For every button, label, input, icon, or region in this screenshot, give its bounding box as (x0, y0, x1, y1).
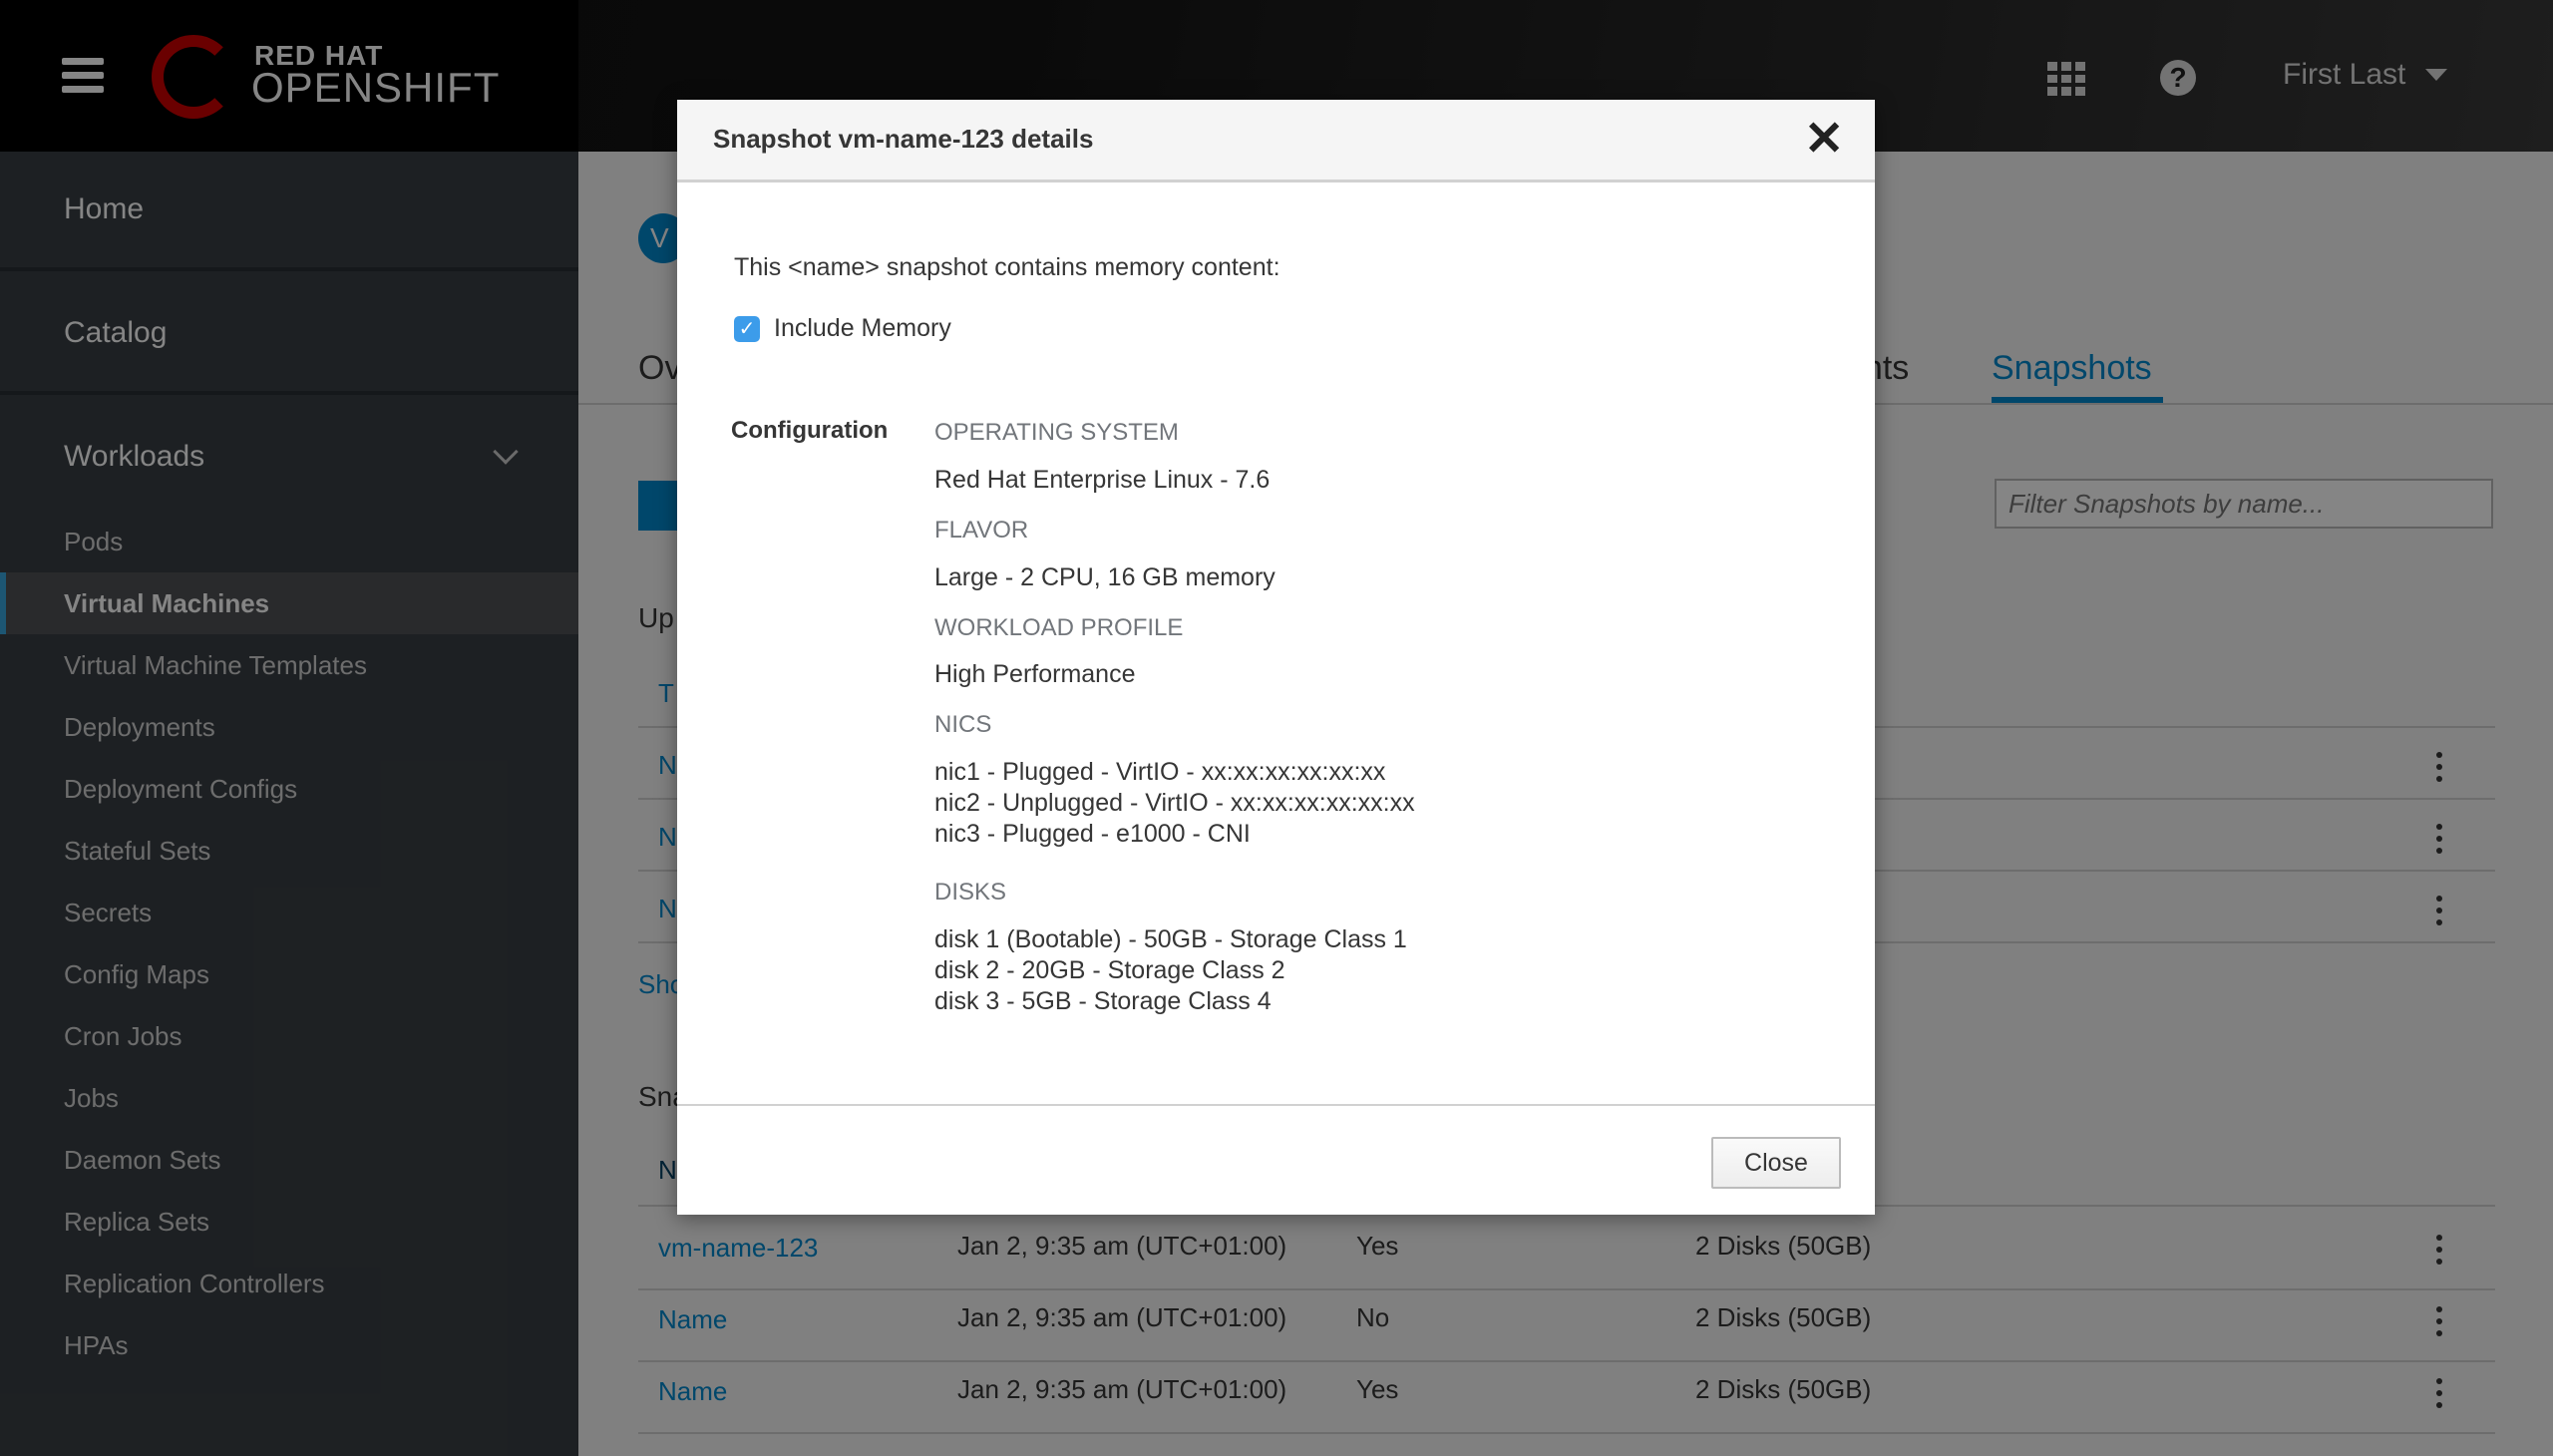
include-memory-label: Include Memory (774, 314, 951, 342)
disk-item: disk 3 - 5GB - Storage Class 4 (934, 987, 1272, 1015)
workload-profile-value: High Performance (934, 660, 1136, 688)
flavor-label: FLAVOR (934, 517, 1029, 544)
os-value: Red Hat Enterprise Linux - 7.6 (934, 466, 1271, 494)
snapshot-details-modal: Snapshot vm-name-123 details ✕ This <nam… (677, 100, 1875, 1215)
nic-item: nic1 - Plugged - VirtIO - xx:xx:xx:xx:xx… (934, 758, 1386, 786)
memory-intro-text: This <name> snapshot contains memory con… (734, 253, 1280, 281)
disk-item: disk 1 (Bootable) - 50GB - Storage Class… (934, 925, 1407, 953)
checkbox-checked-icon: ✓ (734, 315, 760, 342)
close-button[interactable]: Close (1711, 1137, 1841, 1189)
disks-label: DISKS (934, 879, 1007, 906)
modal-title: Snapshot vm-name-123 details (713, 124, 1094, 154)
os-label: OPERATING SYSTEM (934, 419, 1179, 446)
modal-footer-divider (677, 1104, 1875, 1106)
configuration-label: Configuration (731, 417, 889, 444)
workload-profile-label: WORKLOAD PROFILE (934, 614, 1184, 641)
close-icon[interactable]: ✕ (1804, 112, 1844, 168)
nics-label: NICS (934, 711, 992, 738)
modal-header: Snapshot vm-name-123 details ✕ (677, 100, 1875, 182)
flavor-value: Large - 2 CPU, 16 GB memory (934, 563, 1276, 591)
nic-item: nic2 - Unplugged - VirtIO - xx:xx:xx:xx:… (934, 789, 1415, 817)
include-memory-checkbox[interactable]: ✓ Include Memory (734, 314, 951, 343)
nic-item: nic3 - Plugged - e1000 - CNI (934, 820, 1251, 848)
disk-item: disk 2 - 20GB - Storage Class 2 (934, 956, 1285, 984)
